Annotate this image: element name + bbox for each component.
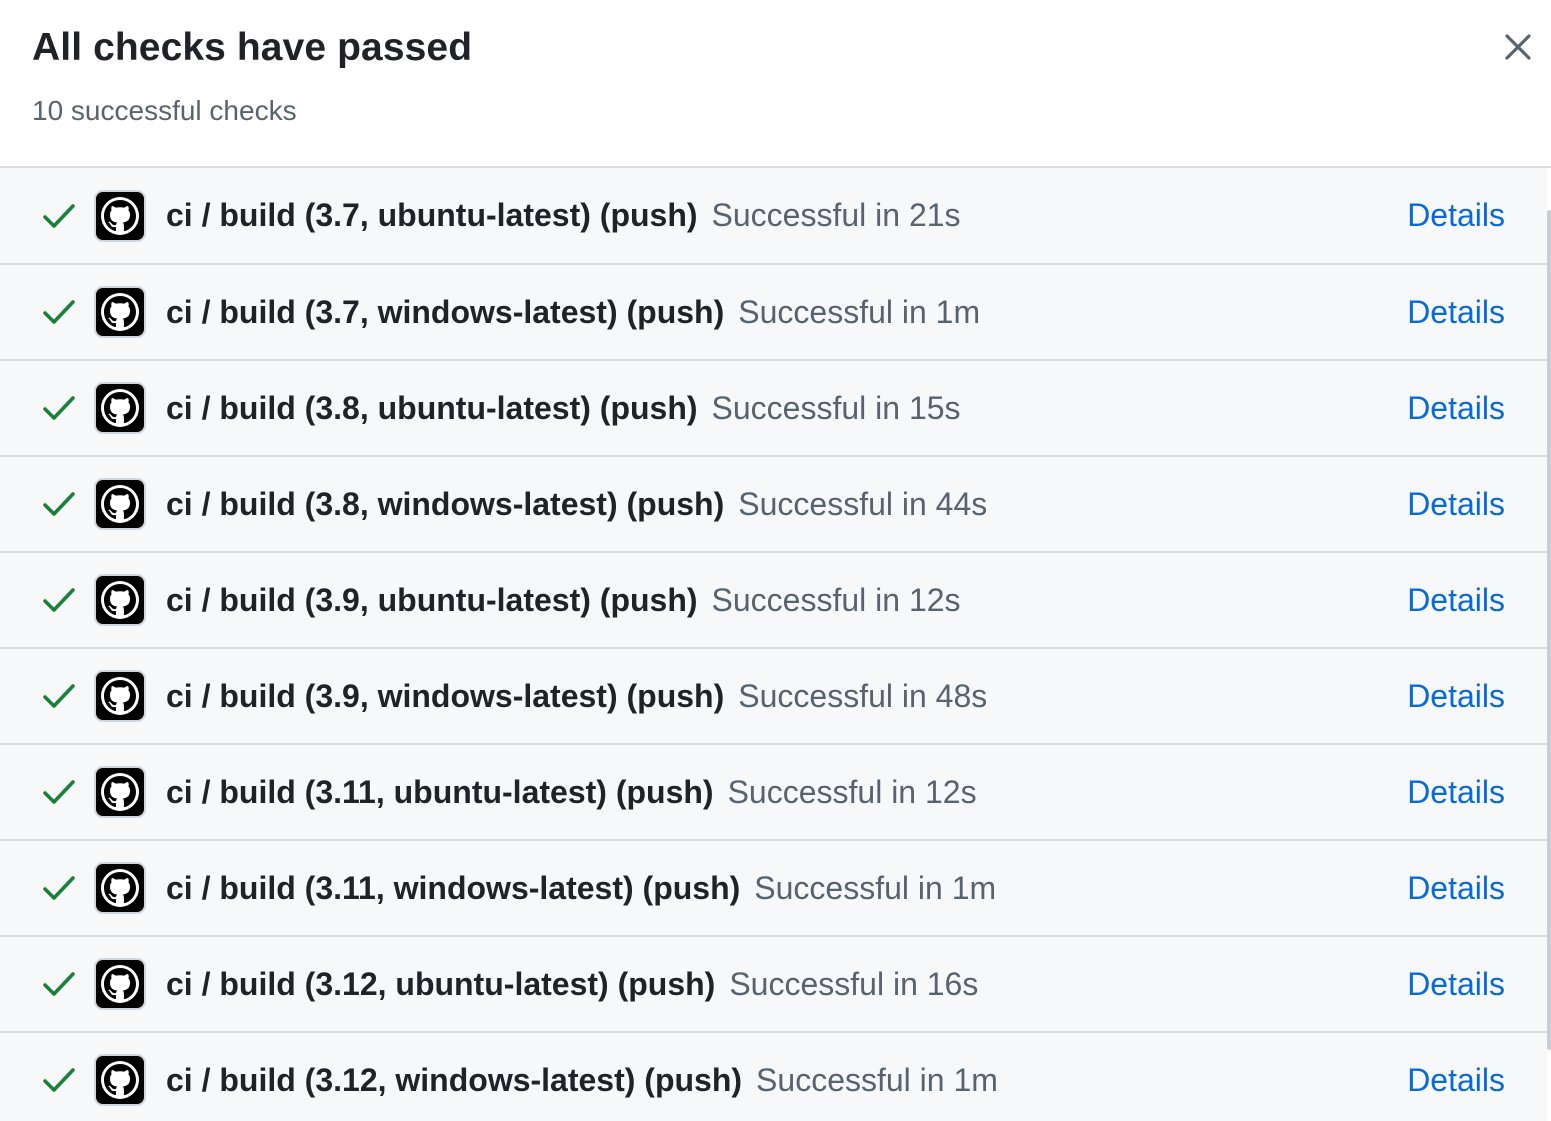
check-icon — [43, 876, 75, 900]
check-icon — [43, 1068, 75, 1092]
dialog-title: All checks have passed — [32, 26, 473, 69]
github-actions-avatar-icon — [94, 862, 146, 914]
checks-dialog: All checks have passed 10 successful che… — [0, 0, 1551, 1121]
check-text: ci / build (3.12, windows-latest) (push)… — [166, 1062, 998, 1099]
check-name: ci / build (3.8, ubuntu-latest) (push) — [166, 389, 698, 426]
check-icon — [43, 203, 75, 228]
details-link[interactable]: Details — [1407, 966, 1505, 1003]
check-text: ci / build (3.11, windows-latest) (push)… — [166, 870, 996, 907]
check-text: ci / build (3.9, ubuntu-latest) (push) Su… — [166, 582, 961, 619]
github-actions-avatar-icon — [94, 478, 146, 530]
details-link[interactable]: Details — [1407, 582, 1505, 619]
details-link[interactable]: Details — [1407, 870, 1505, 907]
details-link[interactable]: Details — [1407, 1062, 1505, 1099]
check-text: ci / build (3.7, ubuntu-latest) (push) Su… — [166, 197, 961, 234]
check-status: Successful in 44s — [738, 485, 988, 522]
check-row: ci / build (3.8, ubuntu-latest) (push) Su… — [0, 361, 1547, 457]
github-actions-avatar-icon — [94, 574, 146, 626]
details-link[interactable]: Details — [1407, 294, 1505, 331]
check-name: ci / build (3.9, ubuntu-latest) (push) — [166, 581, 698, 618]
check-status: Successful in 12s — [727, 773, 977, 810]
check-name: ci / build (3.12, windows-latest) (push) — [166, 1061, 743, 1098]
check-status: Successful in 1m — [754, 869, 997, 906]
github-actions-avatar-icon — [94, 766, 146, 818]
check-row: ci / build (3.11, ubuntu-latest) (push) S… — [0, 745, 1547, 841]
details-link[interactable]: Details — [1407, 197, 1505, 234]
check-status: Successful in 16s — [729, 965, 979, 1002]
dialog-subtitle: 10 successful checks — [32, 95, 297, 126]
check-name: ci / build (3.7, ubuntu-latest) (push) — [166, 197, 698, 233]
check-row: ci / build (3.11, windows-latest) (push)… — [0, 841, 1547, 937]
check-row: ci / build (3.7, windows-latest) (push) S… — [0, 265, 1547, 361]
github-actions-avatar-icon — [94, 286, 146, 338]
check-text: ci / build (3.11, ubuntu-latest) (push) S… — [166, 774, 977, 811]
details-link[interactable]: Details — [1407, 774, 1505, 811]
close-button[interactable] — [1493, 22, 1543, 72]
details-link[interactable]: Details — [1407, 390, 1505, 427]
check-status: Successful in 1m — [738, 293, 981, 330]
check-name: ci / build (3.7, windows-latest) (push) — [166, 293, 725, 330]
checks-list[interactable]: ci / build (3.7, ubuntu-latest) (push) Su… — [0, 168, 1547, 1121]
check-name: ci / build (3.9, windows-latest) (push) — [166, 677, 725, 714]
github-actions-avatar-icon — [94, 670, 146, 722]
check-name: ci / build (3.11, ubuntu-latest) (push) — [166, 773, 714, 810]
close-icon — [1505, 34, 1531, 60]
check-icon — [43, 396, 75, 420]
check-row: ci / build (3.12, windows-latest) (push)… — [0, 1033, 1547, 1121]
check-text: ci / build (3.9, windows-latest) (push) S… — [166, 678, 987, 715]
check-icon — [43, 972, 75, 996]
github-actions-avatar-icon — [94, 1054, 146, 1106]
check-row: ci / build (3.8, windows-latest) (push) S… — [0, 457, 1547, 553]
check-status: Successful in 1m — [756, 1061, 998, 1098]
github-actions-avatar-icon — [94, 958, 146, 1010]
check-icon — [43, 684, 75, 708]
check-text: ci / build (3.7, windows-latest) (push) S… — [166, 294, 980, 331]
check-name: ci / build (3.8, windows-latest) (push) — [166, 485, 725, 522]
check-text: ci / build (3.8, windows-latest) (push) S… — [166, 486, 987, 523]
check-row: ci / build (3.12, ubuntu-latest) (push) S… — [0, 937, 1547, 1033]
scrollbar[interactable] — [1547, 210, 1551, 1050]
check-row: ci / build (3.9, ubuntu-latest) (push) Su… — [0, 553, 1547, 649]
check-icon — [43, 588, 75, 612]
check-row: ci / build (3.9, windows-latest) (push) S… — [0, 649, 1547, 745]
details-link[interactable]: Details — [1407, 678, 1505, 715]
check-row: ci / build (3.7, ubuntu-latest) (push) Su… — [0, 168, 1547, 265]
check-icon — [43, 492, 75, 516]
check-name: ci / build (3.11, windows-latest) (push) — [166, 869, 741, 906]
check-text: ci / build (3.12, ubuntu-latest) (push) S… — [166, 966, 978, 1003]
check-status: Successful in 48s — [738, 677, 988, 714]
check-icon — [43, 780, 75, 804]
check-status: Successful in 12s — [711, 581, 961, 618]
github-actions-avatar-icon — [94, 189, 146, 242]
check-text: ci / build (3.8, ubuntu-latest) (push) Su… — [166, 390, 961, 427]
check-status: Successful in 21s — [711, 197, 961, 233]
details-link[interactable]: Details — [1407, 486, 1505, 523]
github-actions-avatar-icon — [94, 382, 146, 434]
check-icon — [43, 300, 75, 324]
check-status: Successful in 15s — [711, 389, 961, 426]
dialog-header: All checks have passed 10 successful che… — [0, 0, 1551, 168]
check-name: ci / build (3.12, ubuntu-latest) (push) — [166, 965, 716, 1002]
